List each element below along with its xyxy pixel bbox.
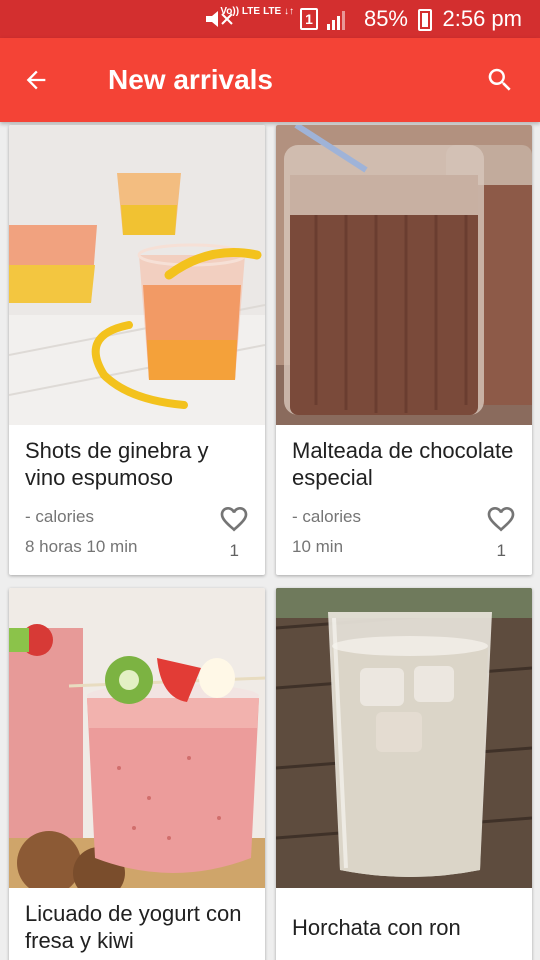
volte-icon: Vo)) LTE: [220, 6, 260, 17]
search-icon: [488, 68, 511, 91]
recipe-name: Shots de ginebra y vino espumoso: [25, 438, 209, 490]
recipe-card[interactable]: Malteada de chocolate especial - calorie…: [276, 125, 532, 575]
heart-icon[interactable]: [217, 503, 251, 535]
recipe-calories: - calories: [25, 507, 94, 526]
recipe-time: 10 min: [292, 537, 344, 556]
recipe-calories: - calories: [292, 507, 361, 526]
heart-icon[interactable]: [484, 503, 518, 535]
search-button[interactable]: [478, 58, 522, 102]
recipe-card[interactable]: Licuado de yogurt con fresa y kiwi: [9, 588, 265, 960]
recipe-name: Malteada de chocolate especial: [292, 438, 514, 490]
arrow-back-icon: [26, 70, 46, 90]
battery-icon: [418, 9, 432, 31]
horchata-glass-image: [276, 588, 532, 888]
recipe-card[interactable]: Horchata con ron: [276, 588, 532, 960]
chocolate-milkshake-image: [276, 125, 532, 425]
recipe-name: Horchata con ron: [292, 915, 461, 940]
orange-gin-shots-image: [9, 125, 265, 425]
strawberry-kiwi-smoothie-image: [9, 588, 265, 888]
page-title: New arrivals: [108, 64, 273, 95]
battery-percent: 85%: [363, 6, 408, 31]
status-bar: Vo)) LTE LTE ↓↑ 1 85% 2:56 pm: [0, 0, 540, 38]
sim-icon: 1: [300, 8, 318, 30]
signal-icon: [327, 11, 345, 30]
like-count: 1: [229, 541, 239, 560]
back-button[interactable]: [14, 58, 58, 102]
app-bar: New arrivals: [0, 38, 540, 122]
recipe-card[interactable]: Shots de ginebra y vino espumoso - calor…: [9, 125, 265, 575]
like-count: 1: [496, 541, 506, 560]
recipe-time: 8 horas 10 min: [25, 537, 138, 556]
clock: 2:56 pm: [442, 6, 523, 31]
lte-icon: LTE ↓↑: [263, 6, 294, 17]
recipe-name: Licuado de yogurt con fresa y kiwi: [25, 901, 242, 953]
